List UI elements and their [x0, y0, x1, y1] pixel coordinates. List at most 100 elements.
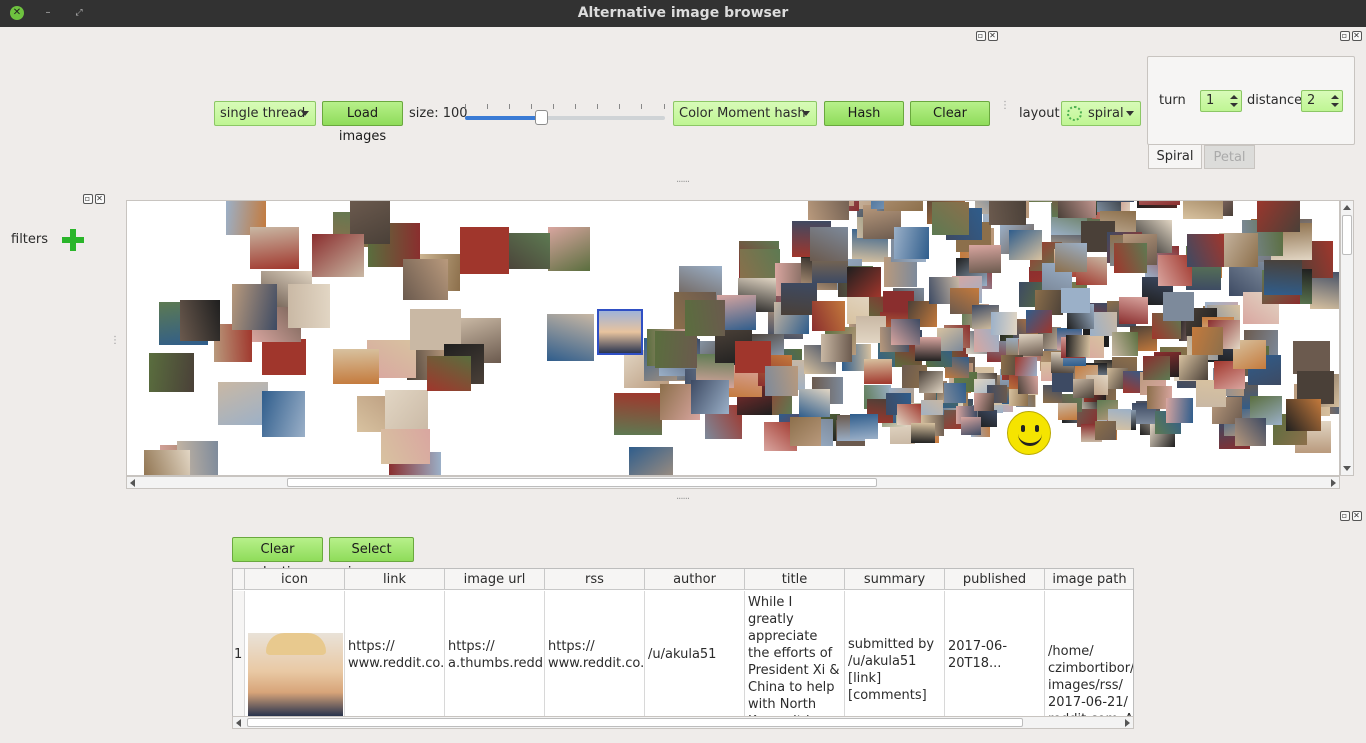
close-icon[interactable]: ✕ — [1352, 31, 1362, 41]
image-thumbnail[interactable] — [231, 283, 277, 331]
table-cell-image-url[interactable]: https:// a.thumbs.redd... — [445, 591, 545, 716]
tab-petal[interactable]: Petal — [1204, 145, 1255, 169]
image-thumbnail[interactable] — [989, 201, 1026, 225]
image-thumbnail[interactable] — [1014, 356, 1037, 377]
image-thumbnail[interactable] — [333, 349, 379, 385]
image-thumbnail[interactable] — [1072, 378, 1095, 398]
image-thumbnail[interactable] — [891, 318, 920, 345]
image-thumbnail[interactable] — [919, 371, 944, 393]
image-thumbnail[interactable] — [911, 422, 935, 444]
image-thumbnail[interactable] — [810, 226, 849, 261]
layout-dock-buttons[interactable]: ▫ ✕ — [1338, 30, 1362, 41]
image-thumbnail[interactable] — [1018, 375, 1039, 394]
table-hscroll-thumb[interactable] — [247, 718, 1023, 727]
image-thumbnail[interactable] — [1058, 403, 1078, 421]
table-cell-title[interactable]: While I greatly appreciate the efforts o… — [745, 591, 845, 716]
smiley-image[interactable] — [1007, 411, 1051, 455]
float-icon[interactable]: ▫ — [1340, 511, 1350, 521]
image-thumbnail[interactable] — [547, 314, 595, 361]
scroll-right-icon[interactable] — [1331, 479, 1336, 487]
scroll-down-icon[interactable] — [1343, 466, 1351, 471]
column-header-link[interactable]: link — [345, 569, 445, 590]
table-cell-author[interactable]: /u/akula51 — [645, 591, 745, 716]
image-thumbnail[interactable] — [893, 227, 929, 259]
image-thumbnail[interactable] — [1111, 332, 1139, 357]
image-thumbnail[interactable] — [144, 450, 191, 475]
load-images-button[interactable]: Load images — [322, 101, 403, 144]
spin-down-icon[interactable] — [1230, 103, 1238, 107]
image-thumbnail[interactable] — [883, 201, 924, 212]
image-thumbnail[interactable] — [812, 300, 846, 331]
image-thumbnail[interactable] — [311, 234, 365, 277]
column-header-author[interactable]: author — [645, 569, 745, 590]
image-thumbnail[interactable] — [969, 244, 1002, 274]
column-header-title[interactable]: title — [745, 569, 845, 590]
image-thumbnail[interactable] — [1018, 334, 1043, 356]
image-thumbnail[interactable] — [820, 333, 853, 362]
close-icon[interactable]: ✕ — [1352, 511, 1362, 521]
close-icon[interactable]: ✕ — [988, 31, 998, 41]
image-thumbnail[interactable] — [655, 331, 697, 369]
size-slider[interactable] — [465, 110, 665, 125]
image-thumbnail[interactable] — [403, 258, 448, 300]
image-thumbnail[interactable] — [459, 226, 510, 275]
image-thumbnail[interactable] — [850, 414, 878, 439]
image-thumbnail[interactable] — [1143, 356, 1170, 381]
image-thumbnail[interactable] — [548, 226, 591, 272]
image-thumbnail[interactable] — [1166, 398, 1193, 423]
thread-mode-select[interactable]: single thread — [214, 101, 316, 126]
column-header-published[interactable]: published — [945, 569, 1045, 590]
selected-thumbnail[interactable] — [597, 309, 643, 355]
image-thumbnail[interactable] — [613, 392, 663, 435]
image-thumbnail[interactable] — [427, 355, 472, 391]
image-thumbnail[interactable] — [148, 353, 194, 393]
image-thumbnail[interactable] — [1257, 201, 1300, 232]
filters-dock-buttons[interactable]: ▫ ✕ — [81, 193, 105, 204]
image-thumbnail[interactable] — [249, 227, 300, 270]
canvas-hscroll-thumb[interactable] — [287, 478, 877, 487]
image-thumbnail[interactable] — [1008, 229, 1042, 260]
spin-up-icon[interactable] — [1331, 95, 1339, 99]
table-cell-icon[interactable] — [245, 591, 345, 716]
float-icon[interactable]: ▫ — [1340, 31, 1350, 41]
hash-button[interactable]: Hash — [824, 101, 904, 126]
scroll-left-icon[interactable] — [130, 479, 135, 487]
image-thumbnail[interactable] — [932, 201, 969, 235]
image-thumbnail[interactable] — [883, 257, 918, 288]
image-thumbnail[interactable] — [1219, 232, 1258, 267]
image-thumbnail[interactable] — [180, 299, 221, 341]
image-thumbnail[interactable] — [1293, 341, 1331, 375]
canvas-vertical-scrollbar[interactable] — [1340, 200, 1354, 476]
image-thumbnail[interactable] — [690, 379, 729, 414]
image-thumbnail[interactable] — [1097, 200, 1137, 201]
image-thumbnail[interactable] — [628, 446, 673, 475]
table-cell-rss[interactable]: https:// www.reddit.co... — [545, 591, 645, 716]
tab-spiral[interactable]: Spiral — [1148, 145, 1202, 169]
image-thumbnail[interactable] — [973, 392, 994, 411]
image-thumbnail[interactable] — [960, 417, 981, 436]
image-thumbnail[interactable] — [1065, 334, 1091, 357]
canvas-vscroll-thumb[interactable] — [1342, 215, 1352, 255]
image-thumbnail[interactable] — [1192, 326, 1224, 355]
image-thumbnail[interactable] — [1285, 399, 1321, 431]
image-thumbnail[interactable] — [807, 201, 850, 220]
image-thumbnail[interactable] — [990, 311, 1017, 336]
image-thumbnail[interactable] — [1058, 201, 1096, 219]
add-filter-icon[interactable] — [62, 229, 84, 251]
image-thumbnail[interactable] — [1187, 233, 1224, 267]
image-thumbnail[interactable] — [262, 338, 306, 375]
layout-select[interactable]: spiral — [1061, 101, 1141, 126]
column-header-summary[interactable]: summary — [845, 569, 945, 590]
scroll-up-icon[interactable] — [1343, 205, 1351, 210]
image-canvas[interactable] — [126, 200, 1340, 476]
image-thumbnail[interactable] — [380, 429, 431, 464]
maximize-window-button[interactable]: ⤢ — [72, 6, 86, 20]
table-horizontal-scrollbar[interactable] — [232, 716, 1134, 729]
column-header-icon[interactable]: icon — [245, 569, 345, 590]
canvas-horizontal-scrollbar[interactable] — [126, 476, 1340, 489]
float-icon[interactable]: ▫ — [83, 194, 93, 204]
clear-selection-button[interactable]: Clear selection — [232, 537, 323, 580]
image-thumbnail[interactable] — [288, 284, 330, 329]
table-cell-summary[interactable]: submitted by /u/akula51 [link] [comments… — [845, 591, 945, 716]
size-slider-handle[interactable] — [535, 110, 548, 125]
